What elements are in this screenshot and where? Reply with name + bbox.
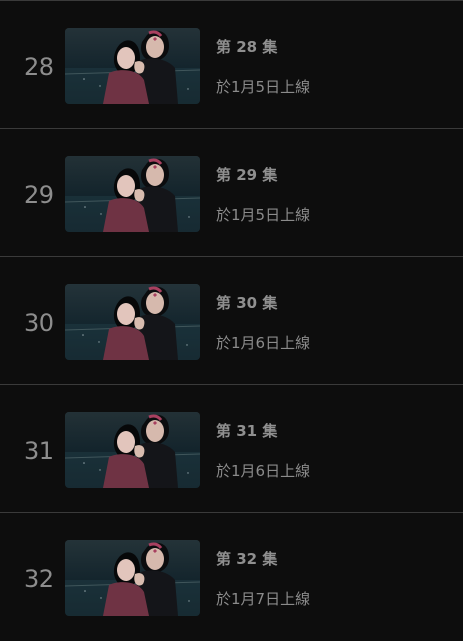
episode-thumbnail[interactable] xyxy=(65,540,200,616)
episode-row[interactable]: 29 第 29 集 於1月5日上線 xyxy=(0,128,463,256)
episode-release-date: 於1月6日上線 xyxy=(216,462,311,480)
episode-row[interactable]: 30 第 30 集 於1月6日上線 xyxy=(0,256,463,384)
episode-release-date: 於1月7日上線 xyxy=(216,590,311,608)
episode-row[interactable]: 31 第 31 集 於1月6日上線 xyxy=(0,384,463,512)
episode-release-date: 於1月6日上線 xyxy=(216,334,311,352)
episode-number: 29 xyxy=(24,181,54,209)
episode-thumbnail[interactable] xyxy=(65,284,200,360)
episode-release-date: 於1月5日上線 xyxy=(216,206,311,224)
episode-row[interactable]: 28 第 28 集 於1月5日上線 xyxy=(0,0,463,128)
episode-number: 32 xyxy=(24,565,54,593)
episode-list: 28 第 28 集 於1月5日上線 29 第 29 集 於1月5日上線 30 第… xyxy=(0,0,463,641)
episode-thumbnail[interactable] xyxy=(65,412,200,488)
episode-number: 28 xyxy=(24,53,54,81)
episode-row[interactable]: 32 第 32 集 於1月7日上線 xyxy=(0,512,463,640)
episode-number: 31 xyxy=(24,437,54,465)
episode-release-date: 於1月5日上線 xyxy=(216,78,311,96)
episode-number: 30 xyxy=(24,309,54,337)
episode-title: 第 32 集 xyxy=(216,550,278,568)
episode-thumbnail[interactable] xyxy=(65,156,200,232)
episode-title: 第 31 集 xyxy=(216,422,278,440)
episode-thumbnail[interactable] xyxy=(65,28,200,104)
episode-title: 第 29 集 xyxy=(216,166,278,184)
episode-title: 第 28 集 xyxy=(216,38,278,56)
episode-title: 第 30 集 xyxy=(216,294,278,312)
